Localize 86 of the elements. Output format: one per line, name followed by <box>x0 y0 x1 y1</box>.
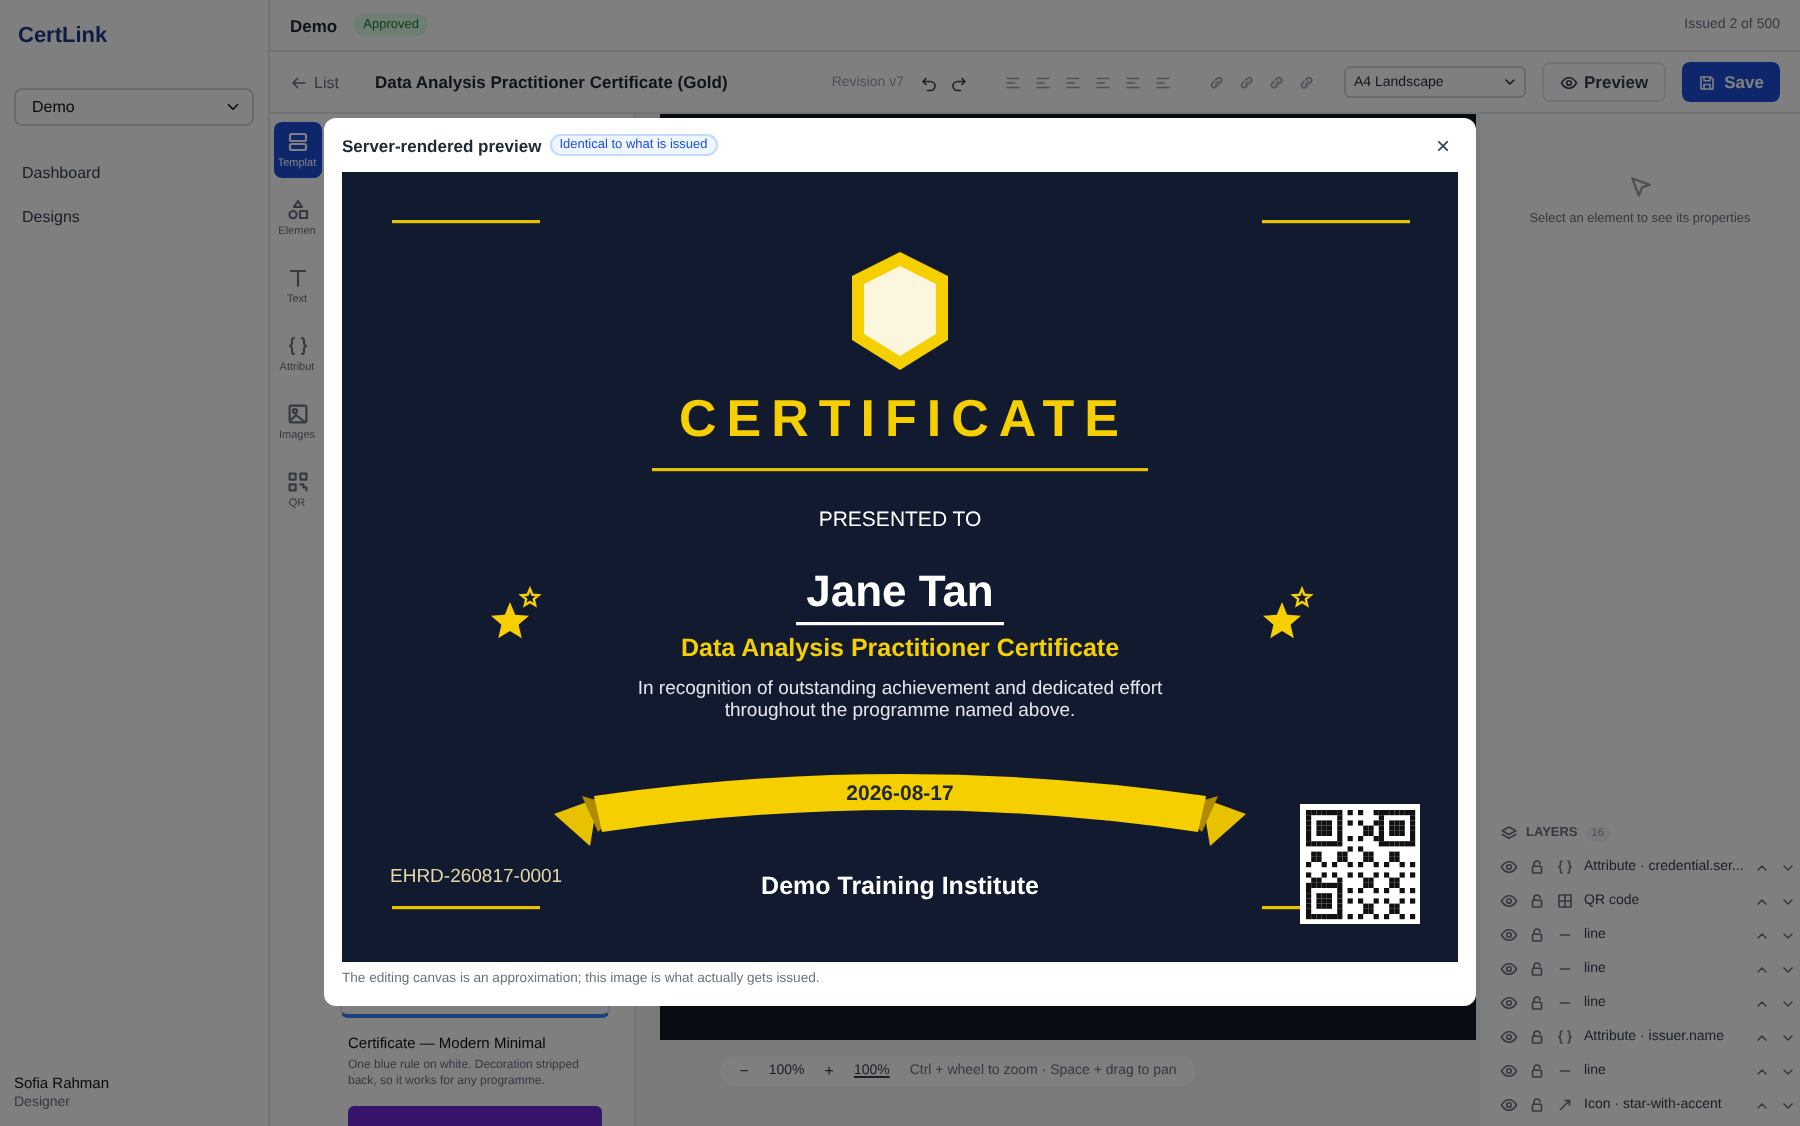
eye-icon <box>1500 926 1518 944</box>
recognition-text: throughout the programme named above. <box>724 700 1076 722</box>
save-button[interactable]: Save <box>1682 62 1780 102</box>
braces-icon <box>1556 858 1574 876</box>
save-icon <box>1698 73 1717 91</box>
align-icon <box>1064 73 1082 91</box>
align-icon <box>1034 73 1052 91</box>
layers-icon <box>1500 824 1518 842</box>
star-icon <box>491 585 542 639</box>
align-icon <box>1094 73 1112 91</box>
chevron-down-icon <box>1780 1097 1796 1113</box>
lock-icon <box>1528 1096 1546 1114</box>
link-icon <box>1238 73 1256 91</box>
chevron-up-icon <box>1754 1029 1770 1045</box>
workspace-name: Demo <box>290 15 338 35</box>
back-link[interactable]: List <box>290 73 339 91</box>
braces-icon <box>1556 1028 1574 1046</box>
lock-icon <box>1528 892 1546 910</box>
link-icon <box>1268 73 1286 91</box>
template-thumbnail[interactable] <box>348 1106 602 1126</box>
shapes-icon <box>285 198 309 222</box>
course-name: Data Analysis Practitioner Certificate <box>680 634 1120 662</box>
image-icon <box>285 402 309 426</box>
presented-to-label: PRESENTED TO <box>818 508 982 532</box>
chevron-up-icon <box>1754 961 1770 977</box>
chevron-down-icon <box>224 98 242 116</box>
issue-date: 2026-08-17 <box>846 782 954 806</box>
eye-icon <box>1500 1096 1518 1114</box>
close-button[interactable]: × <box>1427 131 1458 159</box>
brand-logo: CertLink <box>16 22 110 48</box>
lock-icon <box>1528 1028 1546 1046</box>
align-icon <box>1124 73 1142 91</box>
link-icon <box>1298 73 1316 91</box>
recipient-name: Jane Tan <box>806 566 994 616</box>
workspace-select[interactable]: Demo <box>14 88 254 126</box>
chevron-up-icon <box>1754 1097 1770 1113</box>
eye-icon <box>1500 1028 1518 1046</box>
cursor-icon <box>1627 174 1653 200</box>
link-icon <box>1208 73 1226 91</box>
lock-icon <box>1528 858 1546 876</box>
eye-icon <box>1500 892 1518 910</box>
chevron-down-icon <box>1780 927 1796 943</box>
preview-button[interactable]: Preview <box>1542 62 1667 102</box>
chevron-down-icon <box>1780 961 1796 977</box>
nav-item[interactable]: Designs <box>14 198 254 236</box>
zoom-in-button[interactable]: + <box>824 1062 834 1080</box>
layout-icon <box>285 130 309 154</box>
align-icon <box>1004 73 1022 91</box>
recognition-text: In recognition of outstanding achievement and dedicated effort <box>637 678 1163 700</box>
chevron-up-icon <box>1754 1063 1770 1079</box>
chevron-down-icon <box>1780 995 1796 1011</box>
zoom-out-button[interactable]: − <box>739 1062 749 1080</box>
chevron-down-icon <box>1780 1029 1796 1045</box>
undo-icon <box>920 73 938 91</box>
eye-icon <box>1560 73 1578 91</box>
eye-icon <box>1500 960 1518 978</box>
chevron-down-icon <box>1780 893 1796 909</box>
shield-emblem <box>852 252 948 370</box>
align-icon <box>1154 73 1172 91</box>
eye-icon <box>1500 1062 1518 1080</box>
chevron-down-icon <box>1780 1063 1796 1079</box>
chevron-up-icon <box>1754 995 1770 1011</box>
braces-icon <box>285 334 309 358</box>
chevron-down-icon <box>1780 859 1796 875</box>
chevron-up-icon <box>1754 927 1770 943</box>
lock-icon <box>1528 1062 1546 1080</box>
chevron-up-icon <box>1754 893 1770 909</box>
star-icon <box>1263 585 1314 639</box>
text-icon <box>285 266 309 290</box>
redo-icon <box>950 73 968 91</box>
eye-icon <box>1500 858 1518 876</box>
issuer-name: Demo Training Institute <box>761 872 1039 900</box>
chevron-up-icon <box>1754 859 1770 875</box>
dialog-title: Server-rendered preview <box>342 135 542 155</box>
design-title: Data Analysis Practitioner Certificate (Gold) <box>374 72 728 92</box>
eye-icon <box>1500 994 1518 1012</box>
chevron-down-icon <box>1502 74 1518 90</box>
nav-item[interactable]: Dashboard <box>14 154 254 192</box>
lock-icon <box>1528 926 1546 944</box>
lock-icon <box>1528 994 1546 1012</box>
arrow-left-icon <box>290 73 308 91</box>
lock-icon <box>1528 960 1546 978</box>
certificate-heading: CERTIFICATE <box>679 388 1129 448</box>
rule-line <box>1262 906 1302 910</box>
qr-code <box>1300 804 1420 924</box>
serial-number: EHRD-260817-0001 <box>390 866 563 888</box>
